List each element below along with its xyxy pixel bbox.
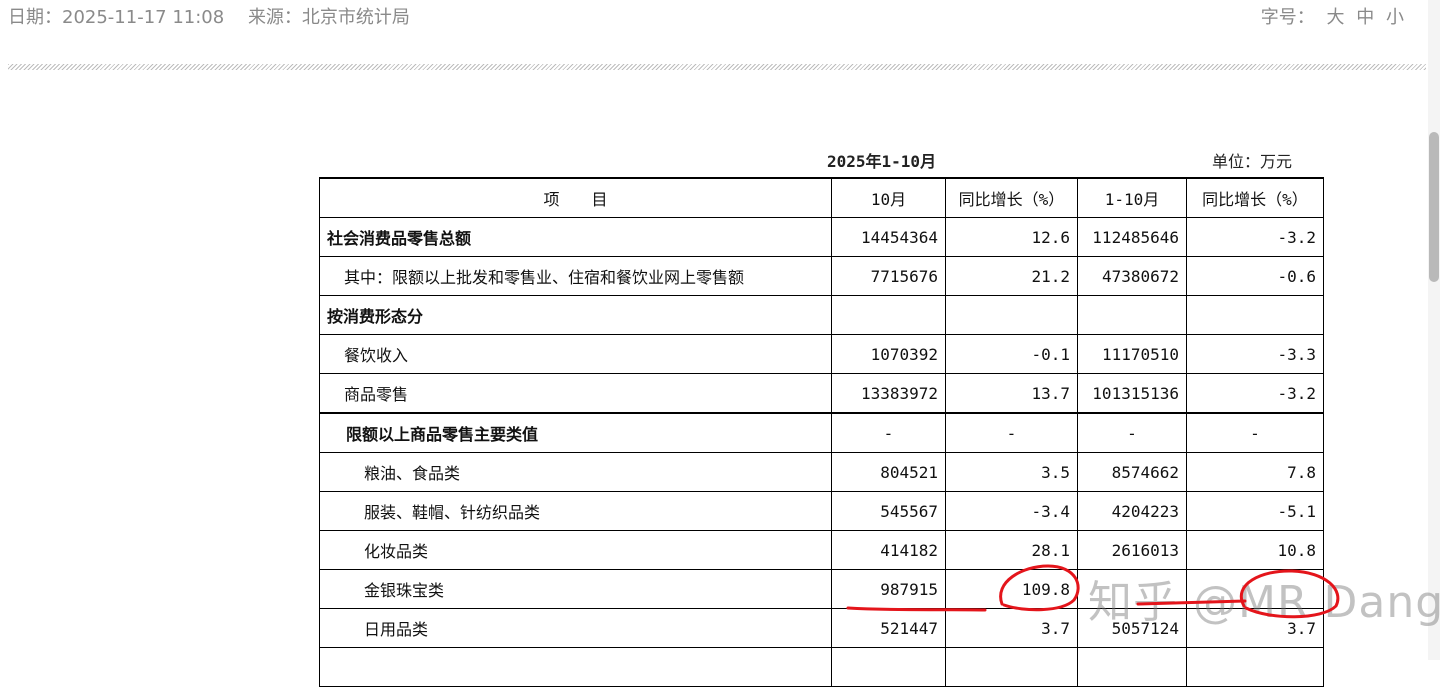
red-annotation-marks	[846, 564, 1340, 619]
annotation-circle	[1240, 569, 1340, 619]
annotation-connector	[1136, 599, 1247, 606]
annotation-underline	[846, 606, 987, 612]
annotation-circle	[999, 564, 1080, 612]
